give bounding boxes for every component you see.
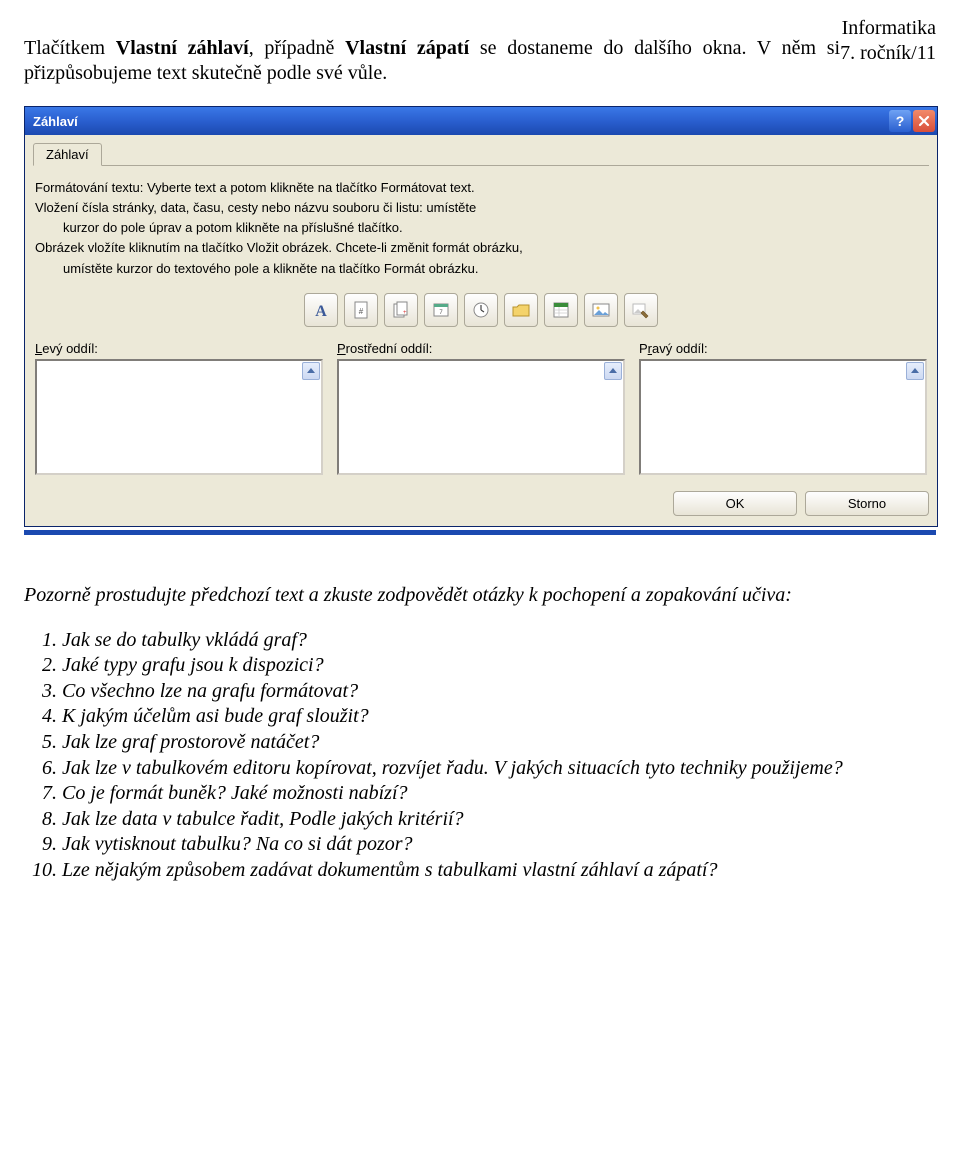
file-button[interactable] — [544, 293, 578, 327]
right-section-label: Pravý oddíl: — [639, 341, 927, 356]
svg-text:+: + — [403, 310, 407, 316]
time-button[interactable] — [464, 293, 498, 327]
picture-icon — [591, 300, 611, 320]
intro-paragraph: Tlačítkem Vlastní záhlaví, případně Vlas… — [24, 36, 936, 86]
ok-button[interactable]: OK — [673, 491, 797, 516]
scroll-up-icon[interactable] — [302, 362, 320, 380]
format-picture-icon — [631, 300, 651, 320]
header-footer-dialog: Záhlaví ? Záhlaví Formátování textu: Vyb… — [24, 106, 938, 527]
page-number-icon: # — [351, 300, 371, 320]
question-item: Jak lze data v tabulce řadit, Podle jaký… — [62, 807, 936, 833]
date-icon: 7 — [431, 300, 451, 320]
sections-row: Levý oddíl: Prostřední oddíl: Pravý oddí… — [35, 341, 927, 475]
right-section-input[interactable] — [639, 359, 927, 475]
cancel-button[interactable]: Storno — [805, 491, 929, 516]
dialog-button-row: OK Storno — [33, 491, 929, 516]
question-item: Co je formát buněk? Jaké možnosti nabízí… — [62, 781, 936, 807]
font-button[interactable]: A — [304, 293, 338, 327]
help-button[interactable]: ? — [889, 110, 911, 132]
insert-picture-button[interactable] — [584, 293, 618, 327]
question-list: Jak se do tabulky vkládá graf? Jaké typy… — [24, 628, 936, 884]
time-icon — [471, 300, 491, 320]
pages-button[interactable]: + — [384, 293, 418, 327]
toolbar: A # + 7 — [33, 293, 929, 327]
document-header: Informatika 7. ročník/11 — [840, 16, 936, 66]
center-section-input[interactable] — [337, 359, 625, 475]
center-section-label: Prostřední oddíl: — [337, 341, 625, 356]
grade-label: 7. ročník/11 — [840, 41, 936, 66]
path-icon — [511, 300, 531, 320]
question-item: Co všechno lze na grafu formátovat? — [62, 679, 936, 705]
left-section-label: Levý oddíl: — [35, 341, 323, 356]
path-button[interactable] — [504, 293, 538, 327]
question-item: Lze nějakým způsobem zadávat dokumentům … — [62, 858, 936, 884]
question-item: Jak lze graf prostorově natáčet? — [62, 730, 936, 756]
tab-header[interactable]: Záhlaví — [33, 143, 102, 166]
close-icon — [918, 115, 930, 127]
pages-icon: + — [391, 300, 411, 320]
file-icon — [551, 300, 571, 320]
date-button[interactable]: 7 — [424, 293, 458, 327]
question-item: Jak se do tabulky vkládá graf? — [62, 628, 936, 654]
page-number-button[interactable]: # — [344, 293, 378, 327]
svg-text:#: # — [359, 307, 364, 316]
instructions-text: Formátování textu: Vyberte text a potom … — [35, 178, 927, 279]
question-item: Jaké typy grafu jsou k dispozici? — [62, 653, 936, 679]
question-item: Jak vytisknout tabulku? Na co si dát poz… — [62, 832, 936, 858]
scroll-up-icon[interactable] — [906, 362, 924, 380]
question-item: Jak lze v tabulkovém editoru kopírovat, … — [62, 756, 936, 782]
scroll-up-icon[interactable] — [604, 362, 622, 380]
subject-label: Informatika — [840, 16, 936, 41]
left-section-input[interactable] — [35, 359, 323, 475]
study-intro: Pozorně prostudujte předchozí text a zku… — [24, 583, 936, 608]
font-icon: A — [311, 300, 331, 320]
dialog-title: Záhlaví — [33, 114, 887, 129]
titlebar[interactable]: Záhlaví ? — [25, 107, 937, 135]
format-picture-button[interactable] — [624, 293, 658, 327]
svg-text:A: A — [315, 303, 327, 320]
tabstrip: Záhlaví — [33, 141, 929, 166]
close-button[interactable] — [913, 110, 935, 132]
divider-strip — [24, 530, 936, 535]
question-item: K jakým účelům asi bude graf sloužit? — [62, 704, 936, 730]
